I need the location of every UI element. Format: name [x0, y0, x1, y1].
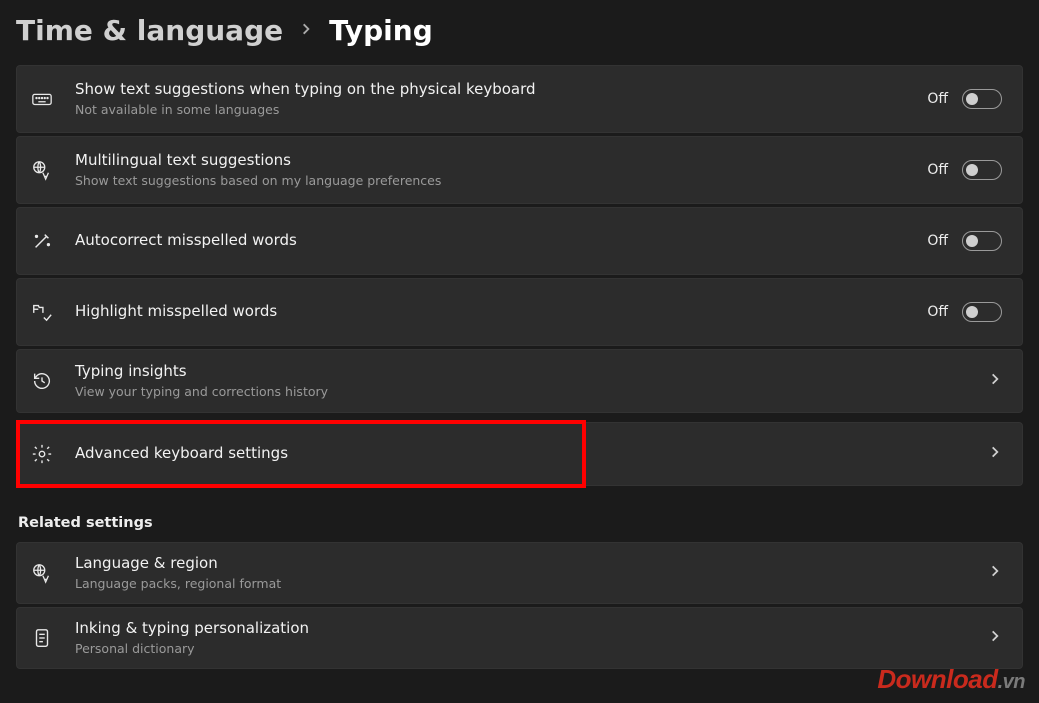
- setting-text: Autocorrect misspelled words: [75, 231, 927, 251]
- nav-indicator: [988, 564, 1002, 582]
- nav-indicator: [988, 629, 1002, 647]
- wand-icon: [31, 230, 75, 252]
- setting-subtitle: Not available in some languages: [75, 102, 927, 118]
- gear-icon: [31, 443, 75, 465]
- setting-subtitle: Personal dictionary: [75, 641, 988, 657]
- setting-title: Highlight misspelled words: [75, 302, 927, 322]
- breadcrumb-parent[interactable]: Time & language: [16, 14, 283, 47]
- watermark-suffix: .vn: [998, 671, 1025, 693]
- toggle-switch[interactable]: [962, 302, 1002, 322]
- toggle-group: Off: [927, 231, 1002, 251]
- setting-text: Show text suggestions when typing on the…: [75, 80, 927, 118]
- keyboard-icon: [31, 88, 75, 110]
- setting-title: Multilingual text suggestions: [75, 151, 927, 171]
- toggle-state-label: Off: [927, 162, 948, 178]
- globe-translate-icon: [31, 159, 75, 181]
- chevron-right-icon: [988, 372, 1002, 390]
- setting-subtitle: Show text suggestions based on my langua…: [75, 173, 927, 189]
- setting-text: Multilingual text suggestions Show text …: [75, 151, 927, 189]
- chevron-right-icon: [988, 564, 1002, 582]
- toggle-state-label: Off: [927, 233, 948, 249]
- related-inking-typing[interactable]: Inking & typing personalization Personal…: [16, 607, 1023, 669]
- spellcheck-icon: [31, 301, 75, 323]
- setting-text-suggestions-physical[interactable]: Show text suggestions when typing on the…: [16, 65, 1023, 133]
- toggle-group: Off: [927, 160, 1002, 180]
- settings-list: Show text suggestions when typing on the…: [0, 55, 1039, 669]
- chevron-right-icon: [988, 629, 1002, 647]
- setting-title: Typing insights: [75, 362, 988, 382]
- setting-subtitle: View your typing and corrections history: [75, 384, 988, 400]
- setting-highlight-misspelled[interactable]: Highlight misspelled words Off: [16, 278, 1023, 346]
- breadcrumb: Time & language Typing: [0, 0, 1039, 55]
- setting-title: Advanced keyboard settings: [75, 444, 988, 464]
- setting-multilingual-suggestions[interactable]: Multilingual text suggestions Show text …: [16, 136, 1023, 204]
- toggle-state-label: Off: [927, 304, 948, 320]
- toggle-state-label: Off: [927, 91, 948, 107]
- chevron-right-icon: [988, 445, 1002, 463]
- toggle-switch[interactable]: [962, 231, 1002, 251]
- related-language-region[interactable]: Language & region Language packs, region…: [16, 542, 1023, 604]
- setting-title: Autocorrect misspelled words: [75, 231, 927, 251]
- setting-text: Inking & typing personalization Personal…: [75, 619, 988, 657]
- setting-advanced-keyboard[interactable]: Advanced keyboard settings: [16, 422, 1023, 486]
- toggle-group: Off: [927, 89, 1002, 109]
- setting-text: Highlight misspelled words: [75, 302, 927, 322]
- setting-title: Show text suggestions when typing on the…: [75, 80, 927, 100]
- setting-title: Inking & typing personalization: [75, 619, 988, 639]
- history-icon: [31, 370, 75, 392]
- toggle-switch[interactable]: [962, 160, 1002, 180]
- toggle-group: Off: [927, 302, 1002, 322]
- setting-autocorrect[interactable]: Autocorrect misspelled words Off: [16, 207, 1023, 275]
- breadcrumb-current: Typing: [329, 14, 433, 47]
- chevron-right-icon: [299, 20, 313, 41]
- setting-text: Language & region Language packs, region…: [75, 554, 988, 592]
- toggle-switch[interactable]: [962, 89, 1002, 109]
- setting-subtitle: Language packs, regional format: [75, 576, 988, 592]
- setting-text: Typing insights View your typing and cor…: [75, 362, 988, 400]
- section-header-related: Related settings: [16, 515, 1023, 531]
- setting-text: Advanced keyboard settings: [75, 444, 988, 464]
- nav-indicator: [988, 445, 1002, 463]
- setting-typing-insights[interactable]: Typing insights View your typing and cor…: [16, 349, 1023, 413]
- globe-translate-icon: [31, 562, 75, 584]
- setting-title: Language & region: [75, 554, 988, 574]
- nav-indicator: [988, 372, 1002, 390]
- document-icon: [31, 627, 75, 649]
